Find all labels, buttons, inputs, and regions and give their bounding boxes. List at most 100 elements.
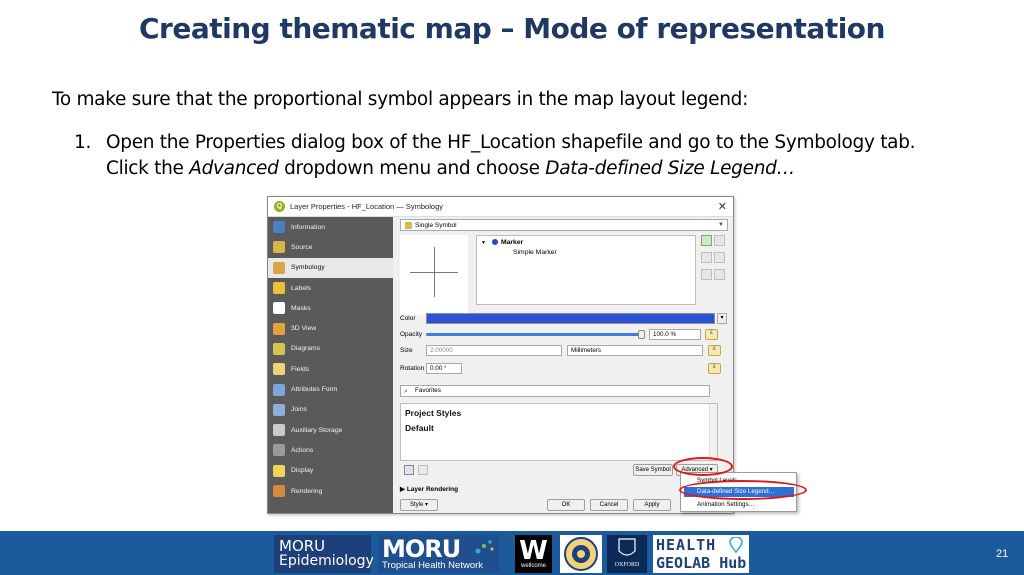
logo-text: MORU bbox=[382, 535, 461, 563]
rotation-value-field[interactable]: 0.00 ° bbox=[426, 363, 462, 374]
dialog-titlebar: Q Layer Properties - HF_Location — Symbo… bbox=[268, 197, 733, 217]
oxford-logo: OXFORD bbox=[607, 535, 647, 573]
sidebar-item-label: Masks bbox=[291, 304, 311, 312]
data-defined-override-icon[interactable]: ε bbox=[705, 329, 718, 340]
data-defined-override-icon[interactable]: ε bbox=[708, 363, 721, 374]
cube-icon bbox=[273, 322, 285, 335]
color-dropdown[interactable]: ▾ bbox=[717, 313, 727, 324]
symbol-layer-tree: ▼ Marker Simple Marker bbox=[476, 235, 696, 305]
sidebar-item-information[interactable]: Information bbox=[268, 217, 393, 237]
sidebar-item-attributes-form[interactable]: Attributes Form bbox=[268, 379, 393, 399]
cancel-button[interactable]: Cancel bbox=[590, 499, 628, 511]
renderer-select[interactable]: Single Symbol ▼ bbox=[400, 219, 728, 231]
close-icon[interactable]: ✕ bbox=[718, 200, 727, 213]
sidebar-item-label: Source bbox=[291, 243, 313, 251]
sidebar-item-label: Attributes Form bbox=[291, 386, 338, 394]
dialog-title: Layer Properties - HF_Location — Symbolo… bbox=[290, 202, 443, 211]
apply-button[interactable]: Apply bbox=[633, 499, 671, 511]
sidebar-item-masks[interactable]: Masks bbox=[268, 298, 393, 318]
sidebar-item-label: Information bbox=[291, 223, 326, 231]
layer-rendering-label: Layer Rendering bbox=[406, 486, 459, 493]
layer-properties-dialog: Q Layer Properties - HF_Location — Symbo… bbox=[267, 196, 734, 514]
health-geolab-logo: HEALTH GEOLAB Hub bbox=[653, 535, 749, 573]
sidebar-item-label: Symbology bbox=[291, 264, 325, 272]
move-down-icon[interactable] bbox=[714, 252, 725, 263]
logo-text: HEALTH bbox=[656, 536, 717, 554]
step-line-1: Open the Properties dialog box of the HF… bbox=[106, 132, 916, 153]
lock-icon[interactable] bbox=[701, 269, 712, 280]
preview-crosshair bbox=[434, 247, 435, 297]
logo-text: Tropical Health Network bbox=[382, 560, 484, 571]
seal-icon bbox=[564, 537, 598, 571]
moru-epidemiology-logo: MORU Epidemiology bbox=[274, 535, 374, 573]
advanced-term: Advanced bbox=[189, 158, 279, 179]
renderer-value: Single Symbol bbox=[415, 221, 457, 229]
opacity-label: Opacity bbox=[400, 331, 423, 338]
intro-text: To make sure that the proportional symbo… bbox=[52, 89, 749, 110]
size-value-field[interactable]: 2.00000 bbox=[426, 345, 562, 356]
layer-rendering-section[interactable]: ▶ Layer Rendering bbox=[400, 485, 458, 493]
style-button[interactable]: Style ▾ bbox=[400, 499, 438, 511]
logo-text: wellcome bbox=[520, 563, 546, 569]
step-number: 1. bbox=[74, 132, 92, 153]
sidebar-item-display[interactable]: Display bbox=[268, 461, 393, 481]
color-label: Color bbox=[400, 315, 416, 322]
data-defined-override-icon[interactable]: ε bbox=[708, 345, 721, 356]
sidebar-item-label: Labels bbox=[291, 284, 312, 292]
sidebar-item-symbology[interactable]: Symbology bbox=[268, 257, 393, 278]
sidebar-item-auxiliary-storage[interactable]: Auxiliary Storage bbox=[268, 420, 393, 440]
sidebar-item-diagrams[interactable]: Diagrams bbox=[268, 339, 393, 359]
opacity-slider[interactable] bbox=[426, 333, 640, 336]
tree-item-simple-marker[interactable]: Simple Marker bbox=[513, 249, 557, 256]
add-layer-icon[interactable] bbox=[701, 235, 712, 246]
page-number: 21 bbox=[996, 548, 1009, 560]
rotation-label: Rotation bbox=[400, 365, 425, 372]
sidebar-item-joins[interactable]: Joins bbox=[268, 400, 393, 420]
sidebar-item-labels[interactable]: Labels bbox=[268, 278, 393, 298]
color-button[interactable] bbox=[426, 313, 715, 324]
sidebar-item-actions[interactable]: Actions bbox=[268, 440, 393, 460]
sidebar-item-label: 3D View bbox=[291, 325, 317, 333]
size-unit-select[interactable]: Millimeters bbox=[567, 345, 703, 356]
step-text: dropdown menu and choose bbox=[278, 158, 546, 179]
color-row: Color ▾ bbox=[400, 313, 730, 325]
sidebar-item-source[interactable]: Source bbox=[268, 237, 393, 257]
save-symbol-button[interactable]: Save Symbol bbox=[633, 464, 673, 476]
size-row: Size 2.00000 Millimeters ε bbox=[400, 345, 730, 357]
logo-text: GEOLAB Hub bbox=[656, 554, 747, 572]
sidebar-item-label: Rendering bbox=[291, 487, 323, 495]
favorites-search[interactable]: ⌕ Favorites bbox=[400, 385, 710, 397]
ok-button[interactable]: OK bbox=[547, 499, 585, 511]
sidebar-item-label: Actions bbox=[291, 446, 314, 454]
duplicate-icon[interactable] bbox=[714, 269, 725, 280]
opacity-value-field[interactable]: 100.0 % bbox=[649, 329, 701, 340]
move-up-icon[interactable] bbox=[714, 235, 725, 246]
advanced-highlight-ring bbox=[673, 457, 733, 476]
form-icon bbox=[273, 383, 285, 396]
list-view-icon[interactable] bbox=[418, 465, 428, 475]
scrollbar[interactable] bbox=[709, 404, 717, 460]
sidebar-item-label: Display bbox=[291, 467, 314, 475]
menu-item-animation-settings[interactable]: Animation Settings… bbox=[684, 500, 794, 510]
footer-band bbox=[0, 531, 1024, 575]
legend-term: Data-defined Size Legend… bbox=[545, 158, 795, 179]
info-icon bbox=[273, 221, 285, 234]
step-text: Click the bbox=[106, 158, 190, 179]
sidebar-item-label: Fields bbox=[291, 365, 310, 373]
renderer-icon bbox=[405, 221, 412, 229]
rotation-row: Rotation 0.00 ° ε bbox=[400, 363, 730, 375]
instruction-step: 1. Open the Properties dialog box of the… bbox=[74, 130, 994, 182]
sidebar-item-fields[interactable]: Fields bbox=[268, 359, 393, 379]
moru-tropical-health-logo: MORU Tropical Health Network bbox=[378, 535, 499, 573]
sidebar-item-rendering[interactable]: Rendering bbox=[268, 481, 393, 501]
tree-item-marker[interactable]: ▼ Marker bbox=[481, 239, 523, 246]
wellcome-logo: W wellcome bbox=[515, 535, 552, 573]
rendering-icon bbox=[273, 485, 285, 497]
default-style-item[interactable]: Default bbox=[405, 423, 434, 433]
sidebar-item-3d-view[interactable]: 3D View bbox=[268, 318, 393, 338]
remove-layer-icon[interactable] bbox=[701, 252, 712, 263]
step-line-2: Click the Advanced dropdown menu and cho… bbox=[106, 156, 994, 182]
view-toggle-icon[interactable] bbox=[404, 465, 414, 475]
opacity-slider-handle[interactable] bbox=[638, 330, 645, 339]
legend-highlight-ring bbox=[679, 480, 807, 500]
